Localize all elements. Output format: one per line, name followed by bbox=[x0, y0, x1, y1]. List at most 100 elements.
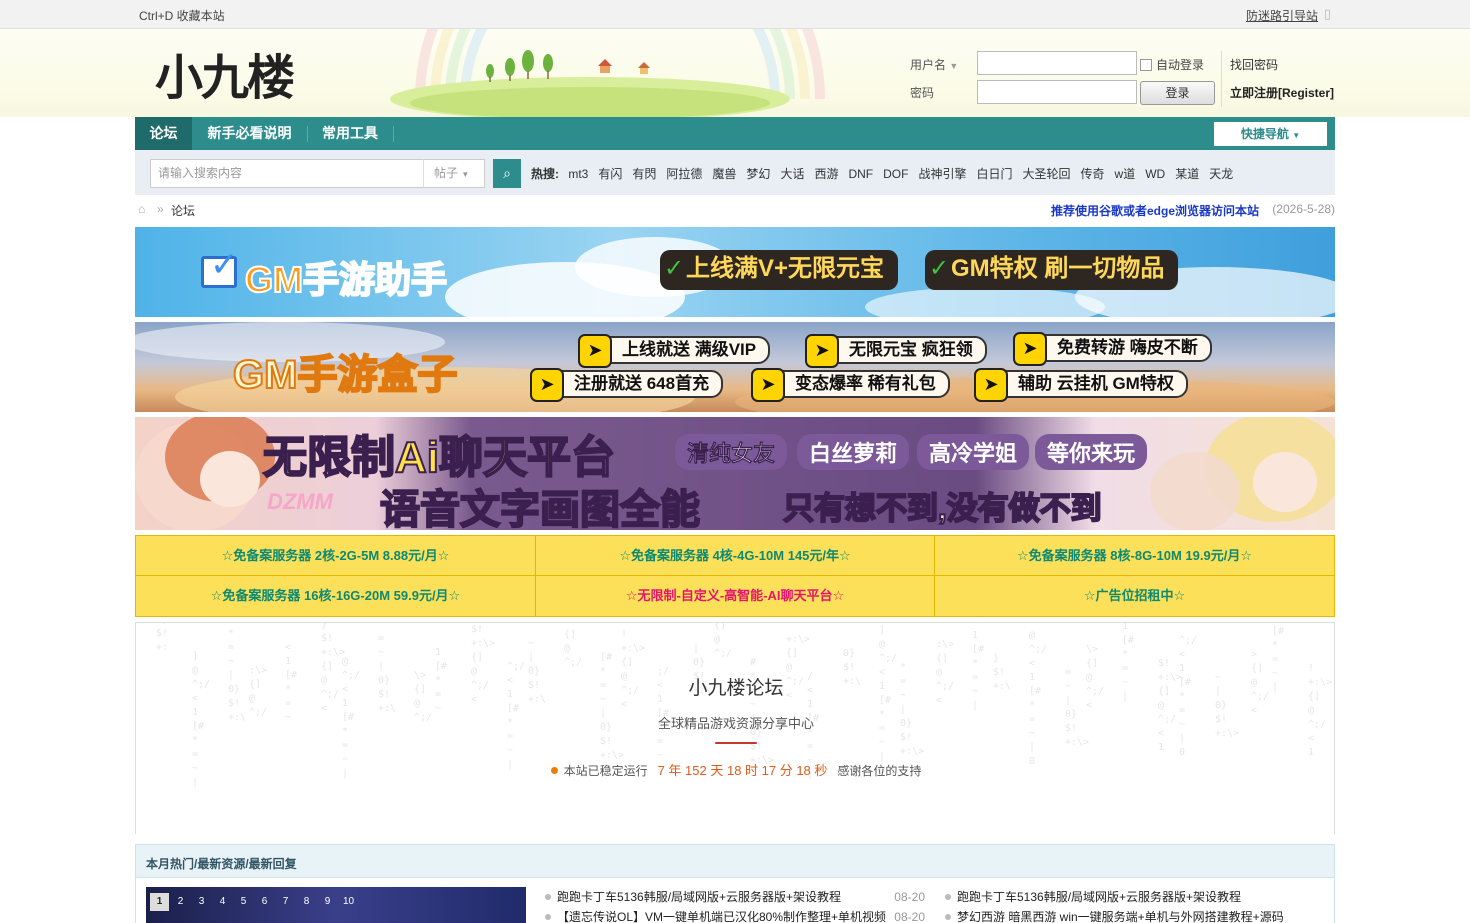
hot-keyword-link[interactable]: 大圣轮回 bbox=[1023, 167, 1071, 181]
search-icon: ⌕ bbox=[503, 165, 511, 181]
banner3-line3: 只有想不到,没有做不到 bbox=[782, 490, 1103, 527]
search-button[interactable]: ⌕ bbox=[493, 159, 521, 188]
uptime-value: 7 年 152 天 18 时 17 分 18 秒 bbox=[657, 763, 828, 778]
banner2-pill: ➤ 免费转游 嗨皮不断 bbox=[1013, 332, 1212, 366]
nav-divider bbox=[307, 126, 308, 142]
site-name: 小九楼论坛 bbox=[688, 678, 784, 699]
checkbox-icon: ✓ bbox=[201, 246, 239, 288]
slide-page-button[interactable]: 1 bbox=[150, 893, 169, 911]
banner3-tag: 白丝萝莉 bbox=[797, 434, 910, 470]
search-type-select[interactable]: 帖子 ▼ bbox=[423, 159, 485, 188]
hot-keyword-link[interactable]: DOF bbox=[883, 167, 908, 181]
text-ad[interactable]: ☆免备案服务器 8核-8G-10M 19.9元/月☆ bbox=[935, 536, 1334, 576]
hot-search: 热搜: mt3 有闪 有閃 阿拉德 魔兽 梦幻 大话 西游 DNF DOF 战神引擎 白日门 大圣轮回传… bbox=[531, 165, 1243, 182]
slide-page-button[interactable]: 4 bbox=[213, 893, 232, 911]
banner-ai-chat[interactable]: 无限制Ai聊天平台 清纯女友 白丝萝莉 高冷学姐 等你来玩 DZMM 语音文字画… bbox=[135, 417, 1335, 530]
matrix-rain-column: >{]@^;/ bbox=[564, 623, 583, 668]
anti-lost-link[interactable]: 防迷路引导站 bbox=[1246, 7, 1318, 24]
list-item[interactable]: 梦幻西游 暗黑西游 win一键服务端+单机与外网搭建教程+源码 bbox=[945, 907, 1325, 923]
hot-keyword-link[interactable]: mt3 bbox=[568, 167, 588, 181]
slide-page-button[interactable]: 3 bbox=[192, 893, 211, 911]
register-link[interactable]: 立即注册[Register] bbox=[1230, 84, 1334, 101]
hot-list: 跑跑卡丁车5136韩服/局域网版+云服务器版+架设教程 08-20 【遗忘传说OL… bbox=[545, 887, 925, 923]
list-item[interactable]: 【遗忘传说OL】VM一键单机端已汉化80%制作整理+单机视频 08-20 bbox=[545, 907, 925, 923]
username-input[interactable] bbox=[977, 51, 1137, 75]
slide-page-button[interactable]: 5 bbox=[234, 893, 253, 911]
list-item[interactable]: 跑跑卡丁车5136韩服/局域网版+云服务器版+架设教程 bbox=[945, 887, 1325, 907]
auto-login-checkbox[interactable]: 自动登录 bbox=[1140, 56, 1204, 73]
slide-page-button[interactable]: 6 bbox=[255, 893, 274, 911]
announcement-date: (2026-5-28) bbox=[1272, 202, 1335, 216]
hot-keyword-link[interactable]: 天龙 bbox=[1209, 167, 1233, 181]
quick-nav-button[interactable]: 快捷导航 ▼ bbox=[1214, 122, 1327, 146]
slide-page-button[interactable]: 2 bbox=[171, 893, 190, 911]
matrix-rain-column: $!+:\>{]@^;/<1 bbox=[1158, 658, 1183, 753]
header: 小九楼 用户名 ▼ 密码 自动登录 登录 找回密码 立即注册[Register] bbox=[0, 29, 1470, 117]
hot-keyword-link[interactable]: WD bbox=[1145, 167, 1165, 181]
username-label[interactable]: 用户名 ▼ bbox=[910, 56, 958, 73]
nav-item-tools[interactable]: 常用工具 bbox=[311, 117, 389, 150]
hot-keyword-link[interactable]: 有闪 bbox=[598, 167, 622, 181]
main-nav: 论坛 新手必看说明 常用工具 快捷导航 ▼ bbox=[135, 117, 1335, 150]
banner-gm-assistant[interactable]: ✓ GM手游助手 ✓ 上线满V+无限元宝 ✓ GM特权 刷一切物品 bbox=[135, 227, 1335, 317]
lightning-icon: ➤ bbox=[974, 368, 1008, 402]
hot-keyword-link[interactable]: 魔兽 bbox=[712, 167, 736, 181]
text-ad[interactable]: ☆广告位招租中☆ bbox=[935, 576, 1334, 616]
matrix-rain-column: {]@^;/ bbox=[714, 622, 733, 659]
hot-keyword-link[interactable]: 梦幻 bbox=[746, 167, 770, 181]
status-dot-icon bbox=[550, 767, 558, 774]
banner3-title: 无限制Ai聊天平台 bbox=[262, 432, 616, 483]
divider bbox=[715, 742, 757, 744]
mobile-icon[interactable]: ▯ bbox=[1324, 6, 1331, 22]
lightning-icon: ➤ bbox=[578, 334, 612, 368]
login-button[interactable]: 登录 bbox=[1140, 81, 1215, 105]
breadcrumb-separator: » bbox=[157, 202, 164, 216]
lightning-icon: ➤ bbox=[751, 368, 785, 402]
nav-divider bbox=[393, 126, 394, 142]
banner-gm-box[interactable]: GM手游盒子 ➤ 上线就送 满级VIP ➤ 无限元宝 疯狂领 ➤ 免费转游 嗨皮不断 … bbox=[135, 322, 1335, 412]
slide-page-button[interactable]: 8 bbox=[297, 893, 316, 911]
breadcrumb-current[interactable]: 论坛 bbox=[171, 202, 195, 219]
top-bar: Ctrl+D 收藏本站 防迷路引导站 ▯ bbox=[0, 0, 1470, 29]
hot-resources-box: 本月热门/最新资源/最新回复 1 2 3 4 5 6 7 8 9 10 跑跑卡丁车5136韩服/局… bbox=[135, 844, 1335, 923]
text-ad[interactable]: ☆免备案服务器 2核-2G-5M 8.88元/月☆ bbox=[136, 536, 536, 576]
search-bar: 请输入搜索内容 帖子 ▼ ⌕ 热搜: mt3 有闪 有閃 阿拉德 魔兽 梦幻 大话 西游 DNF… bbox=[135, 150, 1335, 195]
slide-page-button[interactable]: 10 bbox=[339, 893, 358, 911]
slideshow[interactable]: 1 2 3 4 5 6 7 8 9 10 bbox=[146, 887, 526, 923]
hot-keyword-link[interactable]: DNF bbox=[848, 167, 873, 181]
nav-item-guide[interactable]: 新手必看说明 bbox=[195, 117, 304, 150]
hot-keyword-link[interactable]: 大话 bbox=[780, 167, 804, 181]
announcement-link[interactable]: 推荐使用谷歌或者edge浏览器访问本站 bbox=[1051, 202, 1259, 219]
banner1-title: GM手游助手 bbox=[244, 258, 448, 301]
hot-keyword-link[interactable]: 西游 bbox=[814, 167, 838, 181]
find-password-link[interactable]: 找回密码 bbox=[1230, 56, 1278, 73]
password-input[interactable] bbox=[977, 80, 1137, 104]
login-form: 用户名 ▼ 密码 自动登录 登录 找回密码 立即注册[Register] bbox=[908, 51, 1338, 107]
hot-keyword-link[interactable]: 有閃 bbox=[632, 167, 656, 181]
banner3-tag: 高冷学姐 bbox=[917, 434, 1030, 470]
hot-keyword-link[interactable]: 阿拉德 bbox=[666, 167, 702, 181]
home-icon[interactable]: ⌂ bbox=[138, 202, 145, 216]
banner2-pill: ➤ 变态爆率 稀有礼包 bbox=[751, 368, 950, 402]
hot-keyword-link[interactable]: 白日门 bbox=[977, 167, 1013, 181]
site-info-box: 0}$!+:]@^;/<1[#*=~|*=~|0}$!+:\:\>{]@^;/<… bbox=[135, 622, 1335, 834]
hot-header: 本月热门/最新资源/最新回复 bbox=[136, 845, 1334, 878]
slide-page-button[interactable]: 9 bbox=[318, 893, 337, 911]
text-ad[interactable]: ☆无限制-自定义-高智能-AI聊天平台☆ bbox=[536, 576, 935, 616]
hot-keyword-link[interactable]: w道 bbox=[1115, 167, 1136, 181]
hot-keyword-link[interactable]: 战神引擎 bbox=[918, 167, 966, 181]
list-item[interactable]: 跑跑卡丁车5136韩服/局域网版+云服务器版+架设教程 08-20 bbox=[545, 887, 925, 907]
hot-keyword-link[interactable]: 传奇 bbox=[1081, 167, 1105, 181]
slide-page-button[interactable]: 7 bbox=[276, 893, 295, 911]
bookmark-hint[interactable]: Ctrl+D 收藏本站 bbox=[139, 7, 225, 24]
uptime-counter: 本站已稳定运行 7 年 152 天 18 时 17 分 18 秒感谢各位的支持 bbox=[136, 760, 1334, 779]
checkbox-icon[interactable] bbox=[1140, 59, 1152, 71]
hot-search-label: 热搜: bbox=[531, 167, 559, 181]
text-ad[interactable]: ☆免备案服务器 4核-4G-10M 145元/年☆ bbox=[536, 536, 935, 576]
site-logo[interactable]: 小九楼 bbox=[155, 50, 295, 106]
nav-item-forum[interactable]: 论坛 bbox=[135, 117, 192, 150]
banner1-tag2: ✓ GM特权 刷一切物品 bbox=[925, 250, 1179, 290]
banner3-brand: DZMM bbox=[267, 489, 333, 514]
text-ad[interactable]: ☆免备案服务器 16核-16G-20M 59.9元/月☆ bbox=[136, 576, 536, 616]
hot-keyword-link[interactable]: 某道 bbox=[1175, 167, 1199, 181]
